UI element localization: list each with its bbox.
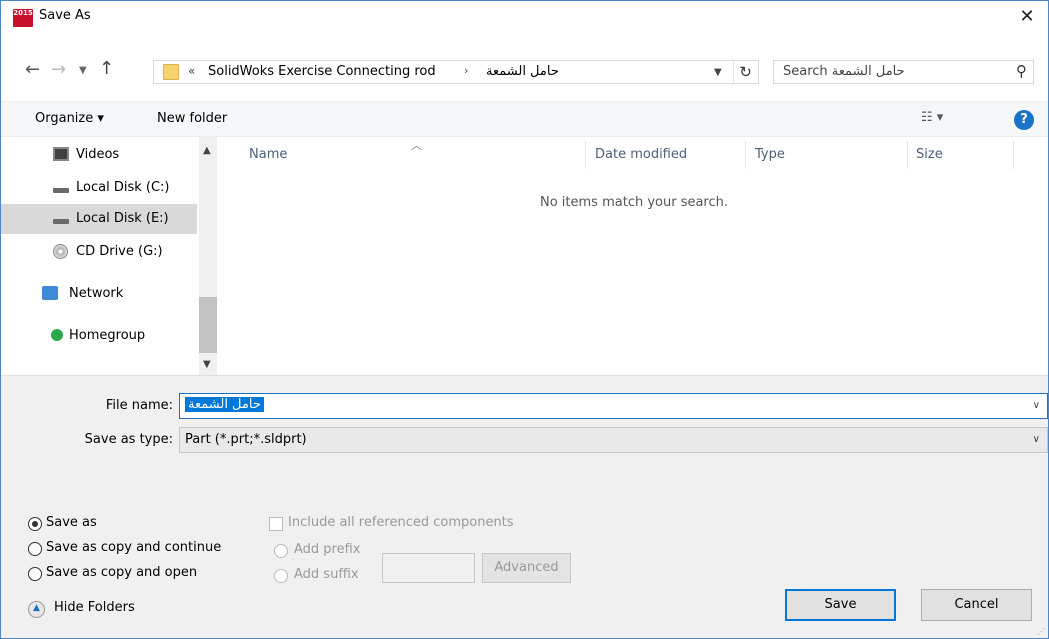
forward-arrow-icon[interactable]: → bbox=[51, 59, 66, 80]
save-button[interactable]: Save bbox=[785, 589, 896, 621]
navigation-pane: Videos Local Disk (C:) Local Disk (E:) C… bbox=[1, 137, 217, 375]
file-list: ︿ Name Date modified Type Size No items … bbox=[217, 137, 1048, 375]
breadcrumb-item[interactable]: SolidWoks Exercise Connecting rod bbox=[208, 64, 436, 79]
include-references-checkbox[interactable] bbox=[269, 517, 283, 531]
hide-folders-icon[interactable]: ▲ bbox=[28, 601, 45, 618]
new-folder-button[interactable]: New folder bbox=[157, 111, 227, 126]
recent-locations-chevron-icon[interactable]: ▼ bbox=[79, 65, 87, 76]
add-suffix-radio[interactable] bbox=[274, 569, 288, 583]
include-references-label: Include all referenced components bbox=[288, 515, 514, 530]
column-divider[interactable] bbox=[907, 141, 908, 169]
nav-item-local-disk-c[interactable]: Local Disk (C:) bbox=[1, 173, 197, 203]
organize-button[interactable]: Organize ▾ bbox=[35, 111, 104, 126]
save-as-radio[interactable] bbox=[28, 517, 42, 531]
nav-item-local-disk-e[interactable]: Local Disk (E:) bbox=[1, 204, 197, 234]
save-as-dialog: 2015 Save As ✕ ← → ▼ ↑ « SolidWoks Exerc… bbox=[0, 0, 1049, 639]
add-prefix-label: Add prefix bbox=[294, 542, 361, 557]
nav-item-label: CD Drive (G:) bbox=[76, 244, 163, 259]
breadcrumb-separator-icon[interactable]: › bbox=[464, 64, 468, 77]
column-header-size[interactable]: Size bbox=[916, 147, 943, 162]
title-bar: 2015 Save As ✕ bbox=[1, 1, 1048, 33]
scroll-up-icon[interactable]: ▲ bbox=[203, 145, 211, 156]
save-copy-continue-label[interactable]: Save as copy and continue bbox=[46, 540, 221, 555]
column-divider[interactable] bbox=[745, 141, 746, 169]
add-suffix-label: Add suffix bbox=[294, 567, 359, 582]
save-options-panel: File name: حامل الشمعة ∨ Save as type: P… bbox=[1, 375, 1048, 638]
nav-item-network[interactable]: Network bbox=[1, 279, 197, 309]
search-icon: ⚲ bbox=[1016, 62, 1027, 80]
save-type-value: Part (*.prt;*.sldprt) bbox=[185, 432, 307, 447]
nav-item-label: Local Disk (C:) bbox=[76, 180, 170, 195]
nav-item-label: Homegroup bbox=[69, 328, 146, 343]
save-as-label[interactable]: Save as bbox=[46, 515, 97, 530]
up-arrow-icon[interactable]: ↑ bbox=[99, 58, 114, 79]
window-title: Save As bbox=[39, 8, 91, 23]
cd-icon bbox=[53, 244, 68, 259]
add-prefix-radio[interactable] bbox=[274, 544, 288, 558]
nav-scrollbar[interactable]: ▲ ▼ bbox=[199, 137, 217, 375]
column-divider[interactable] bbox=[1013, 141, 1014, 169]
save-copy-open-radio[interactable] bbox=[28, 567, 42, 581]
column-divider[interactable] bbox=[585, 141, 586, 169]
empty-message: No items match your search. bbox=[540, 195, 729, 210]
disk-icon bbox=[53, 219, 69, 224]
chevron-down-icon[interactable]: ∨ bbox=[1033, 400, 1040, 411]
resize-grip-icon[interactable]: ⋰ bbox=[1037, 627, 1045, 636]
file-name-label: File name: bbox=[105, 398, 173, 413]
breadcrumb-overflow[interactable]: « bbox=[188, 64, 195, 78]
scrollbar-thumb[interactable] bbox=[199, 297, 217, 353]
column-header-name[interactable]: Name bbox=[249, 147, 287, 162]
videos-icon bbox=[53, 147, 69, 161]
cancel-button[interactable]: Cancel bbox=[921, 589, 1032, 621]
refresh-icon[interactable]: ↻ bbox=[733, 61, 757, 83]
disk-icon bbox=[53, 188, 69, 193]
sort-up-icon: ︿ bbox=[411, 139, 422, 152]
breadcrumb-item-current[interactable]: حامل الشمعة bbox=[486, 64, 559, 79]
folder-icon bbox=[163, 64, 179, 80]
column-header-date[interactable]: Date modified bbox=[595, 147, 687, 162]
back-arrow-icon[interactable]: ← bbox=[25, 59, 40, 80]
nav-item-cd-drive[interactable]: CD Drive (G:) bbox=[1, 237, 197, 267]
prefix-suffix-input[interactable] bbox=[382, 553, 475, 583]
file-name-value[interactable]: حامل الشمعة bbox=[185, 397, 264, 412]
close-button[interactable]: ✕ bbox=[1010, 3, 1044, 31]
nav-item-homegroup[interactable]: Homegroup bbox=[1, 321, 197, 351]
address-bar[interactable]: « SolidWoks Exercise Connecting rod › حا… bbox=[153, 60, 759, 84]
search-input[interactable]: Search حامل الشمعة ⚲ bbox=[773, 60, 1034, 84]
nav-item-label: Network bbox=[69, 286, 124, 301]
help-icon[interactable]: ? bbox=[1014, 110, 1034, 130]
file-name-field[interactable]: حامل الشمعة ∨ bbox=[179, 393, 1048, 419]
nav-item-label: Local Disk (E:) bbox=[76, 211, 169, 226]
nav-item-label: Videos bbox=[76, 147, 120, 162]
address-dropdown-icon[interactable]: ▼ bbox=[714, 67, 722, 78]
homegroup-icon bbox=[51, 329, 63, 341]
save-copy-continue-radio[interactable] bbox=[28, 542, 42, 556]
save-type-select[interactable]: Part (*.prt;*.sldprt) ∨ bbox=[179, 427, 1048, 453]
network-icon bbox=[42, 286, 58, 300]
save-copy-open-label[interactable]: Save as copy and open bbox=[46, 565, 197, 580]
search-placeholder: Search حامل الشمعة bbox=[783, 64, 905, 79]
command-bar: Organize ▾ New folder ☷ ▾ ? bbox=[1, 101, 1048, 137]
nav-item-videos[interactable]: Videos bbox=[1, 140, 197, 170]
chevron-down-icon[interactable]: ∨ bbox=[1033, 434, 1040, 445]
hide-folders-button[interactable]: Hide Folders bbox=[54, 600, 135, 615]
save-type-label: Save as type: bbox=[84, 432, 173, 447]
scroll-down-icon[interactable]: ▼ bbox=[203, 359, 211, 370]
solidworks-app-icon: 2015 bbox=[13, 9, 33, 27]
address-row: ← → ▼ ↑ « SolidWoks Exercise Connecting … bbox=[1, 53, 1048, 93]
advanced-button[interactable]: Advanced bbox=[482, 553, 571, 583]
column-header-type[interactable]: Type bbox=[755, 147, 785, 162]
change-view-icon[interactable]: ☷ ▾ bbox=[921, 110, 943, 125]
